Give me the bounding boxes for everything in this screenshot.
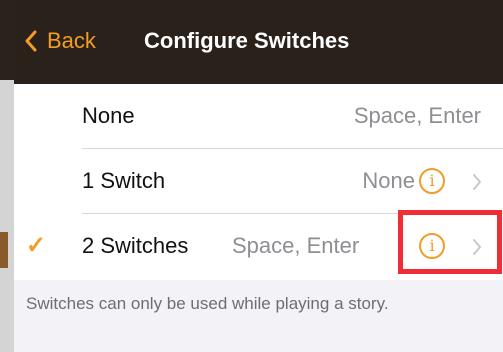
switch-option-1-switch[interactable]: 1 Switch None i	[14, 149, 503, 214]
switch-options-list: None Space, Enter 1 Switch None i ✓ 2 Sw…	[14, 84, 503, 280]
switch-option-label: 1 Switch	[82, 168, 166, 193]
background-edge	[0, 0, 14, 352]
switch-option-none[interactable]: None Space, Enter	[14, 84, 503, 149]
back-button-label: Back	[47, 28, 96, 53]
switch-option-value: None	[362, 168, 415, 193]
switch-option-label: 2 Switches	[82, 233, 189, 258]
background-edge-accent	[0, 232, 8, 268]
switch-option-2-switches[interactable]: ✓ 2 Switches Space, Enter i	[14, 214, 503, 279]
chevron-right-icon	[473, 174, 481, 190]
chevron-left-icon	[25, 30, 37, 52]
info-icon[interactable]: i	[419, 168, 445, 194]
switch-option-value: Space, Enter	[353, 103, 481, 128]
background-edge-dark	[0, 0, 14, 80]
page-title: Configure Switches	[144, 28, 350, 53]
chevron-right-icon	[473, 239, 481, 255]
navigation-bar: Back Configure Switches	[14, 0, 503, 84]
switch-option-value: Space, Enter	[232, 233, 360, 258]
switch-option-label: None	[82, 103, 135, 128]
checkmark-icon: ✓	[26, 232, 47, 259]
info-icon[interactable]: i	[419, 233, 445, 259]
back-button[interactable]: Back	[24, 24, 96, 58]
footer-note: Switches can only be used while playing …	[26, 294, 389, 313]
